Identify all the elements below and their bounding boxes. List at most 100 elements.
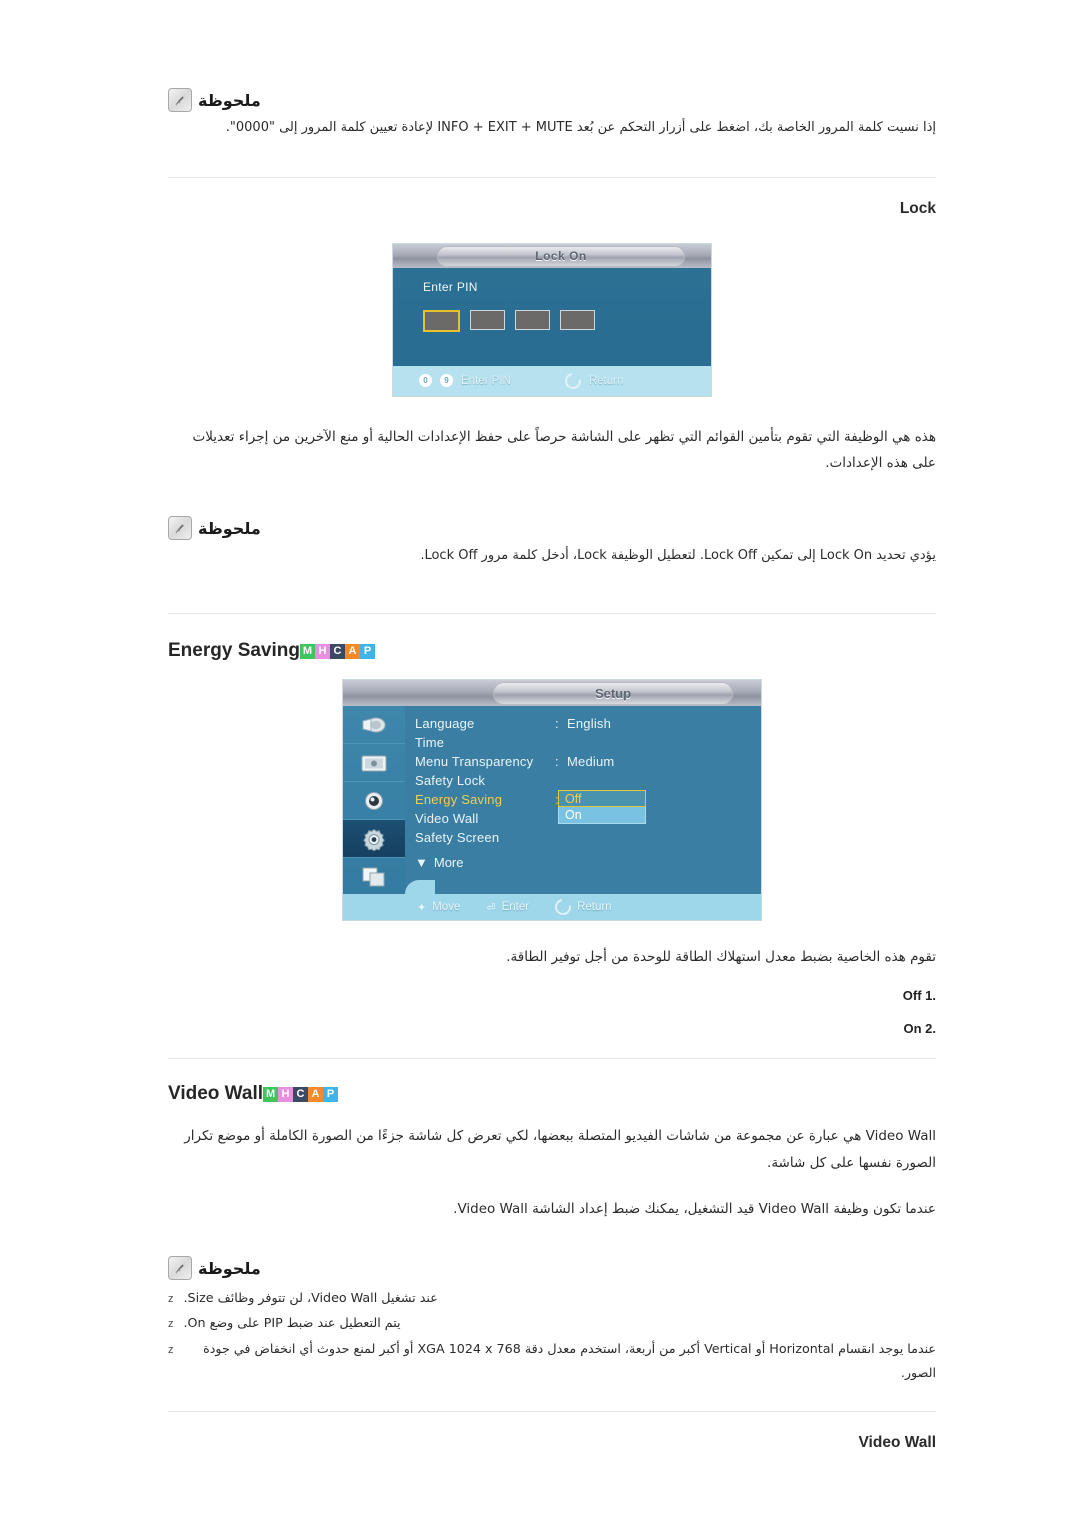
- osd-lock-pin-row: [423, 309, 595, 332]
- menu-row-time-label: Time: [415, 735, 445, 750]
- move-arrows-icon: ✦: [417, 901, 427, 914]
- osd-lock-title: Lock On: [535, 249, 587, 264]
- osd-setup-titlebar: Setup: [343, 680, 761, 706]
- footer-curve: [405, 880, 435, 894]
- section-subheading-video-wall: Video Wall: [168, 1434, 936, 1452]
- sound-icon[interactable]: [343, 782, 405, 820]
- note-bullet-text-3: عندما يوجد انقسام Horizontal أو Vertical…: [203, 1340, 936, 1380]
- menu-row-more[interactable]: ▼ More: [415, 855, 753, 870]
- bullet-marker: z: [168, 1318, 174, 1331]
- menu-row-time[interactable]: Time: [415, 733, 753, 752]
- picture-icon[interactable]: [343, 706, 405, 744]
- menu-row-language[interactable]: Language : English: [415, 714, 753, 733]
- menu-row-safety-screen-label: Safety Screen: [415, 830, 500, 845]
- osd-lock-screenshot: Lock On Enter PIN 0 9 Enter PIN Return: [393, 243, 711, 396]
- note-title: ملحوظة: [198, 90, 261, 110]
- energy-saving-dropdown[interactable]: Off On: [558, 790, 646, 824]
- badge-p: P: [360, 643, 375, 659]
- list-item: عندما يوجد انقسام Horizontal أو Vertical…: [168, 1337, 936, 1385]
- note-text: إذا نسيت كلمة المرور الخاصة بك، اضغط على…: [225, 120, 936, 135]
- note-pencil-icon: [168, 516, 192, 541]
- footer-return: Return: [551, 895, 612, 919]
- footer-enter: ⏎ Enter: [486, 901, 529, 914]
- osd-setup-wrapper: Setup Language: English Time Menu Trans…: [168, 680, 936, 920]
- section-heading-lock-text: Lock: [899, 199, 936, 217]
- badge-m: M: [263, 1086, 279, 1102]
- badge-h: H: [278, 1086, 294, 1102]
- note-text: يؤدي تحديد Lock On إلى تمكين Lock Off. ل…: [420, 548, 936, 564]
- bullet-marker: z: [168, 1343, 174, 1356]
- lock-description: هذه هي الوظيفة التي تقوم بتأمين القوائم …: [192, 428, 936, 471]
- menu-row-menu-transparency-colon: :: [555, 754, 559, 769]
- energy-saving-option-2-num: 2.: [925, 1021, 936, 1037]
- osd-lock-body: Enter PIN: [393, 268, 711, 374]
- footer-return-label: Return: [577, 901, 612, 913]
- menu-row-language-label: Language: [415, 716, 475, 731]
- manual-page: ملحوظة إذا نسيت كلمة المرور الخاصة بك، ا…: [168, 0, 936, 1527]
- menu-row-language-colon: :: [555, 716, 559, 731]
- note-bullet-text-1: عند تشغيل Video Wall، لن تتوفر وظائف Siz…: [183, 1290, 438, 1306]
- energy-saving-option-1-value: Off: [902, 988, 922, 1004]
- osd-lock-footer: 0 9 Enter PIN Return: [393, 365, 711, 396]
- return-arrow-icon: [551, 895, 575, 919]
- osd-lock-wrapper: Lock On Enter PIN 0 9 Enter PIN Return: [168, 243, 936, 396]
- menu-row-video-wall-label: Video Wall: [415, 811, 479, 826]
- menu-row-safety-lock[interactable]: Safety Lock: [415, 771, 753, 790]
- footer-move: ✦ Move: [417, 901, 460, 914]
- divider-1: [168, 176, 936, 178]
- footer-enter-label: Enter: [501, 901, 530, 913]
- list-item: يتم التعطيل عند ضبط PIP على وضع On. z: [168, 1311, 936, 1335]
- menu-row-menu-transparency[interactable]: Menu Transparency : Medium: [415, 752, 753, 771]
- badge-h: H: [315, 643, 330, 659]
- badge-a: A: [308, 1086, 324, 1102]
- pin-digit-box-4[interactable]: [560, 309, 595, 330]
- osd-setup-title-pill: Setup: [493, 682, 733, 705]
- note-box-lock: ملحوظة يؤدي تحديد Lock On إلى تمكين Lock…: [168, 516, 936, 569]
- pin-digit-box-1[interactable]: [423, 309, 460, 332]
- numeric-key-9-icon: 9: [440, 374, 453, 388]
- note-bullet-list: عند تشغيل Video Wall، لن تتوفر وظائف Siz…: [168, 1286, 936, 1385]
- menu-row-more-label: More: [433, 855, 464, 870]
- badge-c: C: [330, 643, 345, 659]
- section-subheading-video-wall-text: Video Wall: [858, 1433, 936, 1451]
- osd-setup-icon-column: [343, 706, 405, 896]
- note-box-video-wall: ملحوظة عند تشغيل Video Wall، لن تتوفر وظ…: [168, 1256, 936, 1385]
- badge-c: C: [293, 1086, 309, 1102]
- pin-digit-box-3[interactable]: [515, 309, 550, 330]
- dropdown-option-off[interactable]: Off: [558, 790, 646, 807]
- menu-row-safety-lock-label: Safety Lock: [415, 773, 486, 788]
- model-badges-energy-saving: M H C A P: [300, 643, 375, 659]
- section-heading-video-wall-text: Video Wall: [168, 1083, 264, 1105]
- section-heading-energy-saving-text: Energy Saving: [168, 640, 300, 661]
- note-pencil-icon: [168, 88, 192, 112]
- menu-row-menu-transparency-label: Menu Transparency: [415, 754, 534, 769]
- pin-digit-box-2[interactable]: [470, 309, 505, 330]
- section-heading-lock: Lock: [168, 200, 936, 218]
- footer-move-label: Move: [432, 901, 461, 913]
- dropdown-option-on[interactable]: On: [558, 807, 646, 824]
- divider-3: [168, 1058, 936, 1060]
- screen-icon[interactable]: [343, 744, 405, 782]
- note-title: ملحوظة: [198, 1258, 261, 1278]
- bullet-marker: z: [168, 1293, 174, 1306]
- divider-2: [168, 613, 936, 614]
- list-item: عند تشغيل Video Wall، لن تتوفر وظائف Siz…: [168, 1286, 936, 1310]
- osd-setup-title: Setup: [594, 686, 632, 701]
- energy-saving-option-1-num: 1.: [925, 988, 936, 1004]
- menu-row-safety-screen[interactable]: Safety Screen: [415, 828, 753, 847]
- osd-lock-footer-enter-label: Enter PIN: [461, 374, 511, 387]
- numeric-key-0-icon: 0: [419, 374, 432, 388]
- note-bullet-text-2: يتم التعطيل عند ضبط PIP على وضع On.: [183, 1315, 401, 1331]
- section-heading-video-wall: Video Wall M H C A P: [168, 1083, 936, 1105]
- return-arrow-icon: [561, 369, 585, 392]
- chevron-down-icon: ▼: [415, 855, 428, 870]
- badge-a: A: [345, 643, 360, 659]
- energy-saving-option-2: 2. On: [168, 1021, 936, 1036]
- badge-m: M: [300, 643, 315, 659]
- divider-4: [168, 1410, 936, 1412]
- model-badges-video-wall: M H C A P: [263, 1086, 339, 1102]
- osd-lock-titlebar: Lock On: [393, 243, 711, 268]
- multi-display-icon[interactable]: [343, 858, 405, 895]
- gear-setup-icon[interactable]: [343, 820, 405, 858]
- energy-saving-description: تقوم هذه الخاصية بضبط معدل استهلاك الطاق…: [506, 949, 936, 965]
